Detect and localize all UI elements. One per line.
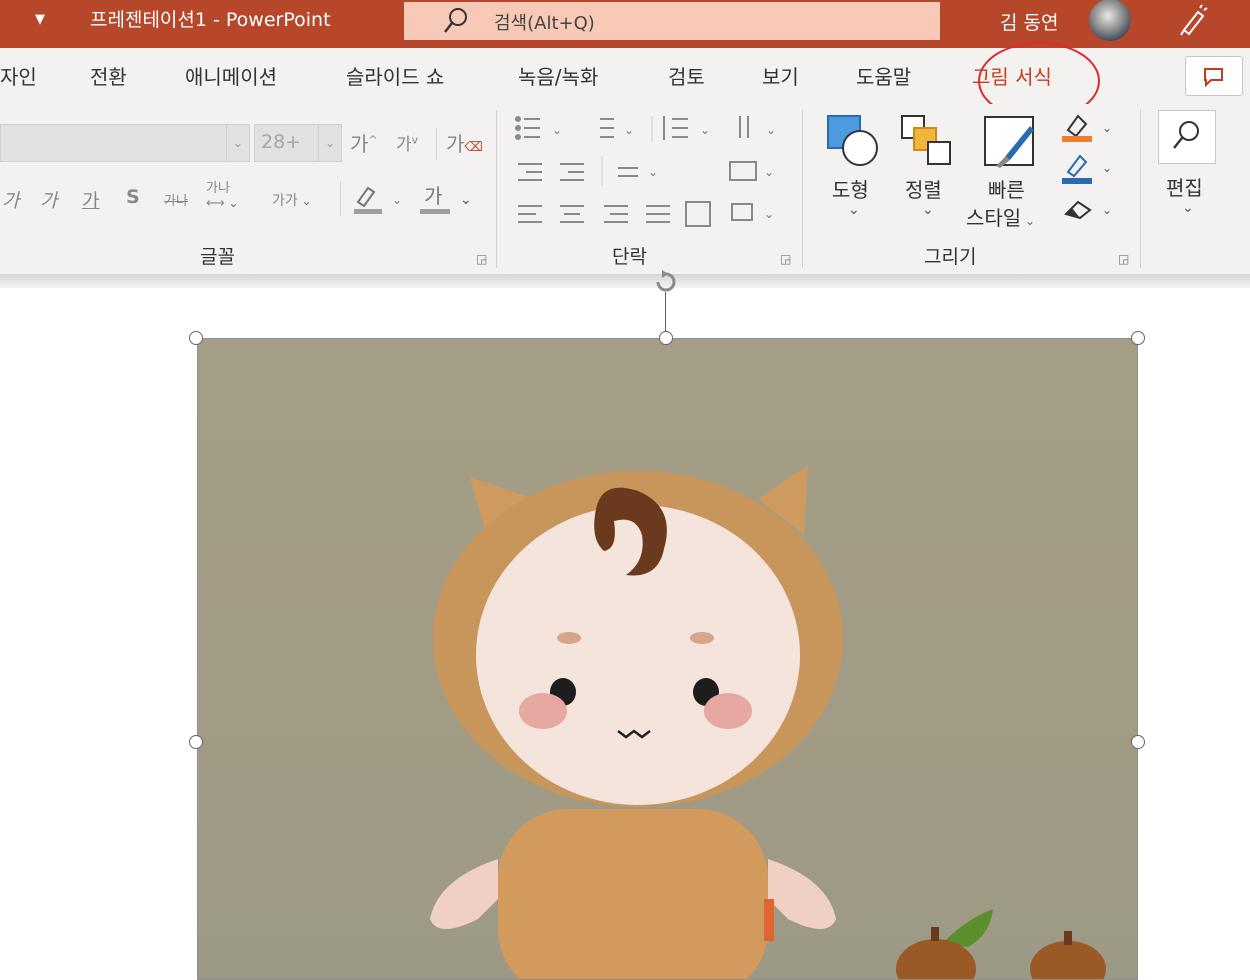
group-label-drawing: 그리기 — [924, 246, 977, 268]
resize-handle-top-left[interactable] — [189, 331, 203, 345]
svg-text:⌄: ⌄ — [624, 123, 634, 137]
shapes-button[interactable]: 도형 — [832, 174, 869, 203]
search-icon — [1173, 121, 1199, 149]
quick-styles-icon[interactable] — [982, 114, 1040, 170]
shapes-icon[interactable] — [826, 114, 882, 168]
shrink-font-button[interactable]: 가v — [396, 130, 418, 155]
svg-text:⌄: ⌄ — [1102, 161, 1112, 175]
rotate-handle-icon[interactable] — [650, 266, 682, 298]
arrange-icon[interactable] — [900, 114, 954, 168]
grow-font-label: 가 — [350, 132, 369, 156]
user-name[interactable]: 김 동연 — [1000, 8, 1058, 35]
tab-view[interactable]: 보기 — [762, 61, 799, 90]
tab-slideshow[interactable]: 슬라이드 쇼 — [346, 61, 444, 90]
char-spacing-button[interactable]: 가나 ⟷ ⌄ — [206, 182, 239, 211]
tab-review[interactable]: 검토 — [668, 61, 705, 90]
change-case-button[interactable]: 가가 ⌄ — [272, 190, 312, 210]
svg-text:⌄: ⌄ — [1102, 203, 1112, 217]
change-case-label: 가가 — [272, 193, 298, 209]
plush-doll-image — [430, 465, 1106, 979]
tab-transitions[interactable]: 전환 — [90, 61, 127, 90]
chevron-down-icon[interactable]: ⌄ — [460, 192, 472, 208]
divider — [436, 128, 437, 160]
resize-handle-right[interactable] — [1131, 735, 1145, 749]
underline-button[interactable]: 가 — [82, 186, 99, 213]
divider — [340, 182, 341, 216]
tab-animations[interactable]: 애니메이션 — [185, 61, 277, 90]
group-label-font: 글꼴 — [200, 246, 235, 268]
shrink-font-label: 가 — [396, 135, 412, 155]
pen-icon[interactable] — [1176, 4, 1210, 38]
font-size-value: 28+ — [261, 131, 302, 153]
clear-format-label: 가 — [446, 132, 465, 156]
svg-text:⌄: ⌄ — [392, 193, 402, 207]
chevron-down-icon[interactable]: ⌄ — [1182, 200, 1194, 216]
shadow-button[interactable]: S — [126, 186, 140, 208]
group-label-paragraph: 단락 — [612, 246, 647, 268]
italic-style-button[interactable]: 가 — [40, 186, 57, 213]
search-box[interactable]: 검색(Alt+Q) — [404, 2, 940, 40]
selected-picture[interactable] — [197, 338, 1138, 980]
group-divider — [802, 110, 803, 268]
font-color-swatch — [420, 209, 450, 214]
tab-record[interactable]: 녹음/녹화 — [518, 61, 598, 90]
highlight-color-button[interactable]: ⌄ — [352, 182, 404, 216]
font-color-button[interactable]: 가 — [424, 180, 442, 209]
comment-icon — [1204, 68, 1223, 88]
shadow-label: S — [126, 186, 140, 208]
search-icon — [444, 8, 467, 33]
document-title: 프레젠테이션1 - PowerPoint — [90, 9, 331, 31]
tab-design[interactable]: 자인 — [0, 61, 37, 90]
title-bar: ▼ 프레젠테이션1 - PowerPoint 검색(Alt+Q) 김 동연 — [0, 0, 1250, 48]
italic-button[interactable]: 가 — [2, 186, 19, 213]
dialog-launcher-icon[interactable]: ◲ — [476, 252, 487, 266]
svg-text:⌄: ⌄ — [764, 165, 774, 179]
resize-handle-top-right[interactable] — [1131, 331, 1145, 345]
group-divider — [1140, 110, 1141, 268]
comments-button[interactable] — [1185, 56, 1243, 96]
find-button[interactable] — [1158, 110, 1216, 164]
font-color-label: 가 — [424, 184, 443, 208]
font-name-combo[interactable]: ⌄ — [0, 124, 250, 162]
svg-text:⌄: ⌄ — [552, 123, 562, 137]
chevron-down-icon[interactable]: ⌄ — [318, 125, 341, 161]
grow-font-button[interactable]: 가^ — [350, 128, 378, 157]
italic-style-label: 가 — [40, 190, 58, 212]
chevron-down-icon[interactable]: ⌄ — [848, 202, 860, 218]
dialog-launcher-icon[interactable]: ◲ — [780, 252, 791, 266]
svg-text:⌄: ⌄ — [1102, 121, 1112, 135]
font-size-combo[interactable]: 28+ ⌄ — [254, 124, 342, 162]
shape-format-controls[interactable]: ⌄ ⌄ ⌄ — [1058, 110, 1118, 226]
strikethrough-button[interactable]: 가나 — [164, 190, 188, 209]
quick-styles-label-1[interactable]: 빠른 — [988, 174, 1025, 203]
chevron-down-icon[interactable]: ⌄ — [226, 125, 249, 161]
arrange-button[interactable]: 정렬 — [905, 174, 942, 203]
svg-text:⌄: ⌄ — [648, 165, 658, 179]
dialog-launcher-icon[interactable]: ◲ — [1118, 252, 1129, 266]
ribbon-shadow — [0, 274, 1250, 288]
search-placeholder: 검색(Alt+Q) — [494, 13, 595, 34]
svg-text:⌄: ⌄ — [766, 123, 776, 137]
tab-help[interactable]: 도움말 — [856, 61, 911, 90]
resize-handle-top[interactable] — [659, 331, 673, 345]
quick-styles-button: 스타일 — [966, 206, 1022, 230]
italic-label: 가 — [2, 190, 20, 212]
underline-label: 가 — [82, 190, 100, 212]
paragraph-controls[interactable]: ⌄ ⌄ ⌄ ⌄ ⌄ ⌄ ⌄ — [508, 110, 798, 240]
editing-button[interactable]: 편집 — [1166, 172, 1203, 201]
clear-format-button[interactable]: 가⌫ — [446, 128, 483, 157]
svg-text:⌄: ⌄ — [700, 123, 710, 137]
svg-text:⌄: ⌄ — [764, 207, 774, 221]
resize-handle-left[interactable] — [189, 735, 203, 749]
avatar[interactable] — [1089, 0, 1131, 41]
chevron-down-icon[interactable]: ⌄ — [922, 202, 934, 218]
char-spacing-label: 가나 — [206, 181, 230, 196]
quick-access-chevron-down-icon[interactable]: ▼ — [28, 8, 52, 32]
group-divider — [496, 110, 497, 268]
quick-styles-label-2[interactable]: 스타일 ⌄ — [966, 202, 1035, 231]
